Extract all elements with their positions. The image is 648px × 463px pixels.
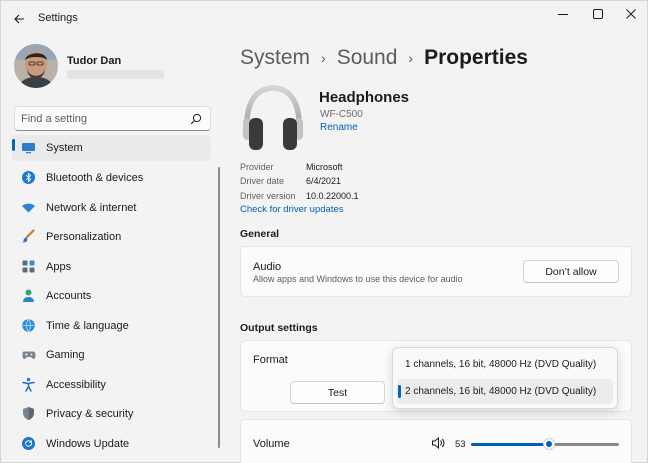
dont-allow-button[interactable]: Don’t allow (523, 260, 619, 283)
breadcrumb-separator: › (408, 50, 414, 66)
sidebar-item-label: Apps (46, 261, 72, 273)
sidebar-item-accounts[interactable]: Accounts (12, 283, 211, 309)
app-title: Settings (38, 12, 78, 24)
volume-label: Volume (253, 438, 290, 450)
driver-version-label: Driver version (240, 191, 296, 201)
brush-icon (21, 229, 36, 244)
search-icon[interactable] (190, 113, 202, 125)
general-section-title: General (240, 228, 280, 240)
shield-icon (21, 406, 36, 421)
rename-link[interactable]: Rename (320, 122, 358, 133)
audio-card: Audio Allow apps and Windows to use this… (240, 246, 632, 297)
volume-value: 53 (455, 439, 466, 450)
driver-date-value: 6/4/2021 (306, 176, 342, 186)
sidebar-item-label: Windows Update (46, 438, 130, 450)
close-icon (626, 9, 636, 19)
sidebar-item-gaming[interactable]: Gaming (12, 342, 211, 368)
system-icon (21, 140, 36, 155)
format-option-2ch[interactable]: 2 channels, 16 bit, 48000 Hz (DVD Qualit… (397, 379, 613, 404)
close-button[interactable] (616, 3, 646, 25)
maximize-icon (593, 9, 603, 19)
sidebar-item-label: Time & language (46, 320, 129, 332)
accessibility-icon (21, 377, 36, 392)
breadcrumb-separator: › (321, 50, 326, 66)
driver-version-value: 10.0.22000.1 (306, 191, 359, 201)
selection-indicator (12, 139, 15, 151)
sidebar-item-accessibility[interactable]: Accessibility (12, 372, 211, 398)
apps-icon (21, 259, 36, 274)
device-model: WF-C500 (320, 109, 363, 120)
output-settings-title: Output settings (240, 322, 318, 334)
avatar (14, 44, 58, 88)
provider-label: Provider (240, 162, 274, 172)
maximize-button[interactable] (583, 3, 613, 25)
check-driver-updates-link[interactable]: Check for driver updates (240, 204, 344, 215)
sidebar-item-system[interactable]: System (12, 135, 211, 161)
sidebar-item-apps[interactable]: Apps (12, 254, 211, 280)
page-title: Properties (424, 46, 528, 69)
sidebar-item-bluetooth[interactable]: Bluetooth & devices (12, 165, 211, 191)
accounts-icon (21, 288, 36, 303)
sidebar-item-network[interactable]: Network & internet (12, 195, 211, 221)
wifi-icon (21, 200, 36, 215)
breadcrumb: System › Sound › Properties (240, 44, 528, 72)
back-button[interactable] (10, 10, 28, 28)
format-option-1ch[interactable]: 1 channels, 16 bit, 48000 Hz (DVD Qualit… (397, 352, 613, 377)
search-box (14, 106, 211, 131)
minimize-icon (558, 14, 568, 15)
sidebar-item-label: Network & internet (46, 202, 137, 214)
headphones-icon (243, 85, 303, 150)
breadcrumb-system[interactable]: System (240, 46, 310, 70)
volume-card: Volume 53 (240, 419, 632, 463)
back-arrow-icon (13, 14, 24, 24)
settings-window: Settings Tudor Dan Find a setting System… (0, 0, 648, 463)
slider-thumb[interactable] (543, 438, 556, 450)
slider-fill (471, 443, 550, 446)
format-option-label: 2 channels, 16 bit, 48000 Hz (DVD Qualit… (405, 386, 597, 397)
user-name: Tudor Dan (67, 55, 122, 67)
avatar-photo (14, 44, 58, 88)
bluetooth-icon (21, 170, 36, 185)
selection-indicator (398, 385, 401, 398)
search-input[interactable] (21, 111, 181, 127)
audio-description: Allow apps and Windows to use this devic… (253, 274, 463, 284)
driver-date-label: Driver date (240, 176, 285, 186)
minimize-button[interactable] (548, 3, 578, 25)
sidebar-item-label: Privacy & security (46, 408, 134, 420)
update-icon (21, 436, 36, 451)
title-bar: Settings (1, 1, 647, 35)
volume-slider[interactable] (471, 436, 619, 452)
sidebar-item-label: Gaming (46, 349, 85, 361)
breadcrumb-sound[interactable]: Sound (337, 46, 398, 70)
sidebar-item-personalization[interactable]: Personalization (12, 224, 211, 250)
sidebar-item-time-language[interactable]: Time & language (12, 313, 211, 339)
provider-value: Microsoft (306, 162, 343, 172)
audio-title: Audio (253, 261, 282, 273)
format-dropdown: 1 channels, 16 bit, 48000 Hz (DVD Qualit… (392, 347, 618, 409)
user-email-redacted (67, 70, 164, 79)
gamepad-icon (21, 347, 36, 362)
sidebar-item-privacy-security[interactable]: Privacy & security (12, 401, 211, 427)
sidebar-item-label: Accounts (46, 290, 92, 302)
sidebar-item-label: Personalization (46, 231, 122, 243)
globe-clock-icon (21, 318, 36, 333)
sidebar-item-label: Accessibility (46, 379, 106, 391)
sidebar-item-windows-update[interactable]: Windows Update (12, 431, 211, 457)
test-button[interactable]: Test (290, 381, 385, 404)
sidebar-item-label: System (46, 142, 83, 154)
sidebar-item-label: Bluetooth & devices (46, 172, 144, 184)
sidebar-scrollbar[interactable] (218, 167, 220, 448)
format-option-label: 1 channels, 16 bit, 48000 Hz (DVD Qualit… (405, 359, 597, 370)
format-label: Format (253, 354, 288, 366)
device-name: Headphones (319, 89, 410, 106)
speaker-icon[interactable] (431, 436, 445, 450)
